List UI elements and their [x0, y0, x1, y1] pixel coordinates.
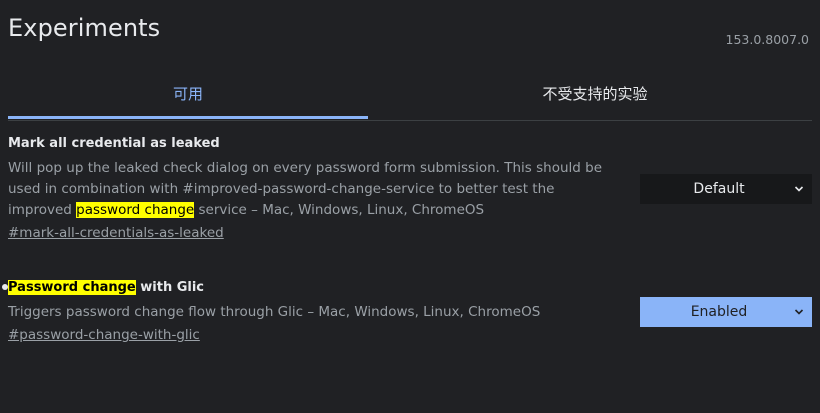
experiment-state-select[interactable]: Default [640, 174, 812, 204]
bullet-marker [2, 284, 8, 290]
experiment-name: Mark all credential as leaked [8, 136, 220, 151]
description-text: service – Mac, Windows, Linux, ChromeOS [194, 202, 485, 218]
tab-unsupported[interactable]: 不受支持的实验 [415, 70, 775, 118]
search-highlight: Password change [8, 280, 136, 295]
flags-page: Experiments 153.0.8007.0 可用 不受支持的实验 Mark… [0, 0, 820, 413]
chevron-down-icon [794, 186, 804, 192]
experiment-description: Triggers password change flow through Gl… [8, 304, 541, 320]
experiment-password-change-with-glic: Password change with Glic Triggers passw… [2, 279, 812, 345]
select-value: Default [693, 181, 745, 197]
experiment-description: Will pop up the leaked check dialog on e… [8, 158, 618, 221]
page-title: Experiments [8, 14, 161, 42]
experiment-permalink[interactable]: #password-change-with-glic [8, 325, 200, 345]
tab-bar: 可用 不受支持的实验 [8, 70, 812, 121]
experiment-mark-all-credentials-as-leaked: Mark all credential as leaked Will pop u… [8, 135, 812, 243]
tab-available[interactable]: 可用 [8, 70, 368, 119]
chevron-down-icon [794, 309, 804, 315]
experiment-state-select[interactable]: Enabled [640, 297, 812, 327]
select-value: Enabled [690, 304, 748, 320]
search-highlight: password change [76, 202, 195, 218]
experiment-name: Password change with Glic [8, 279, 812, 296]
experiment-name-text: with Glic [135, 280, 205, 295]
version-label: 153.0.8007.0 [725, 32, 810, 47]
experiment-permalink[interactable]: #mark-all-credentials-as-leaked [8, 223, 224, 243]
